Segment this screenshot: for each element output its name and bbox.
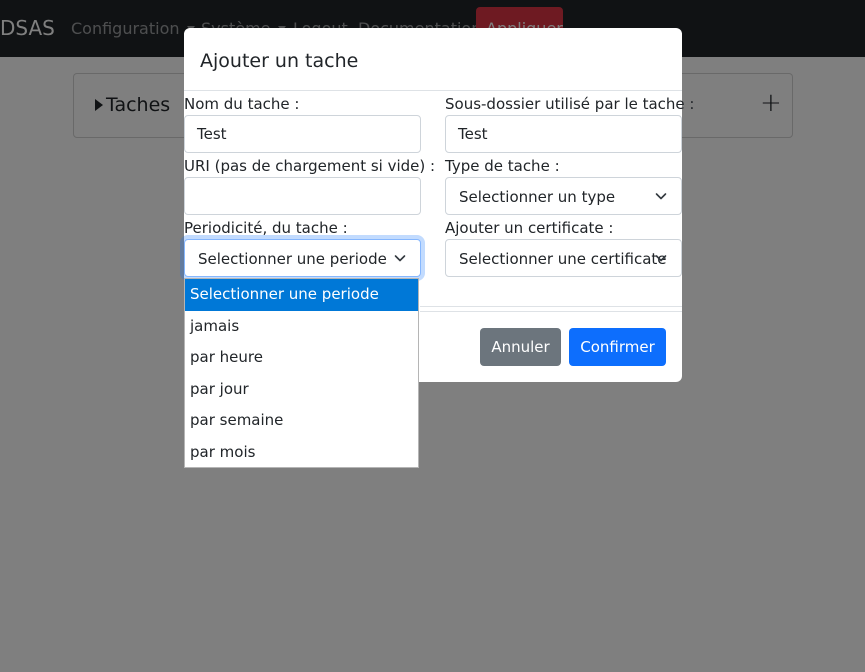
- chevron-down-icon: [655, 255, 667, 262]
- confirm-button[interactable]: Confirmer: [569, 328, 666, 366]
- chevron-down-icon: [655, 193, 667, 200]
- period-label: Periodicité, du tache :: [184, 219, 348, 237]
- modal-footer-border: [420, 311, 682, 312]
- chevron-down-icon: [394, 255, 406, 262]
- cancel-button[interactable]: Annuler: [480, 328, 561, 366]
- subfolder-input[interactable]: Test: [445, 115, 682, 153]
- certificate-selected-value: Selectionner une certificate: [459, 250, 667, 268]
- task-type-select[interactable]: Selectionner un type: [445, 177, 682, 215]
- uri-input[interactable]: [184, 177, 421, 215]
- task-name-input[interactable]: Test: [184, 115, 421, 153]
- period-option[interactable]: Selectionner une periode: [185, 279, 418, 311]
- task-type-selected-value: Selectionner un type: [459, 188, 616, 206]
- task-name-label: Nom du tache :: [184, 95, 300, 113]
- modal-header: Ajouter un tache: [184, 28, 682, 91]
- period-option[interactable]: par semaine: [185, 405, 418, 437]
- period-select[interactable]: Selectionner une periode: [184, 239, 421, 277]
- period-selected-value: Selectionner une periode: [198, 250, 387, 268]
- modal-title: Ajouter un tache: [200, 50, 359, 72]
- period-option[interactable]: par jour: [185, 374, 418, 406]
- task-type-label: Type de tache :: [445, 157, 560, 175]
- certificate-label: Ajouter un certificate :: [445, 219, 614, 237]
- certificate-select[interactable]: Selectionner une certificate: [445, 239, 682, 277]
- period-option[interactable]: par mois: [185, 437, 418, 469]
- uri-label: URI (pas de chargement si vide) :: [184, 157, 436, 175]
- form-divider: [420, 306, 682, 307]
- period-option[interactable]: jamais: [185, 311, 418, 343]
- period-option[interactable]: par heure: [185, 342, 418, 374]
- subfolder-label: Sous-dossier utilisé par le tache :: [445, 95, 695, 113]
- period-dropdown-list: Selectionner une periode jamais par heur…: [184, 278, 419, 468]
